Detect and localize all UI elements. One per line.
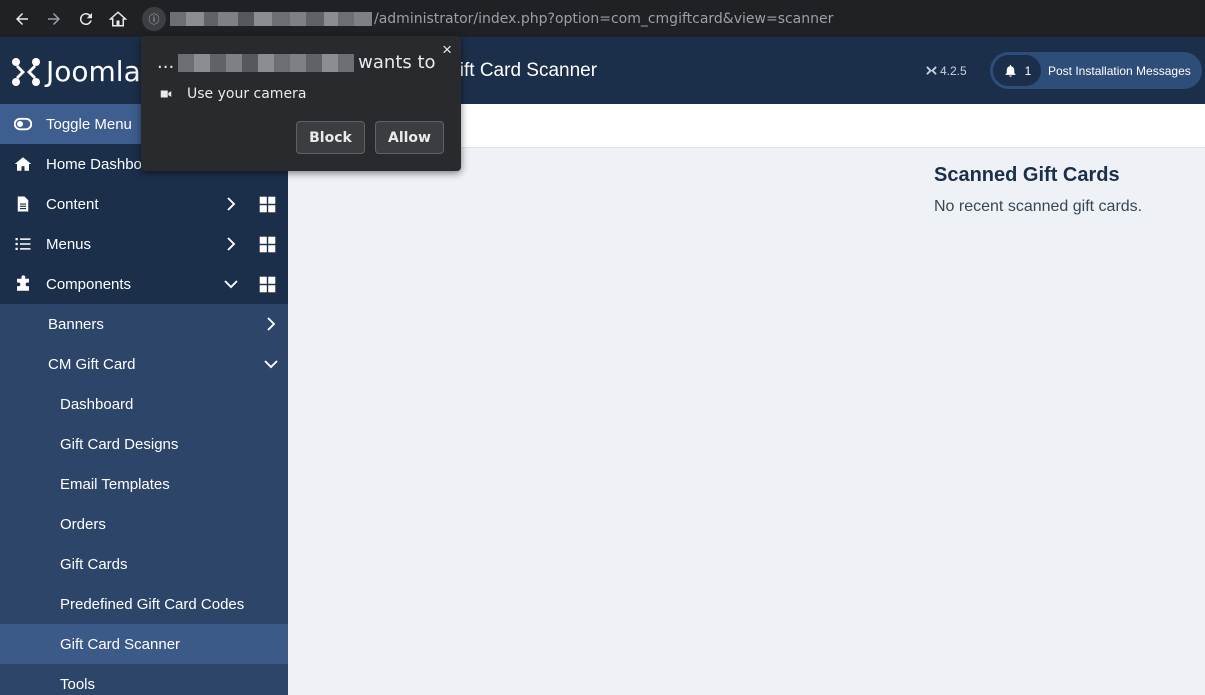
sidebar-item-label: Tools [60,675,96,693]
sidebar-item-label: Gift Card Designs [60,435,179,453]
post-installation-messages-button[interactable]: 1 Post Installation Messages [990,52,1202,89]
file-icon [12,193,34,215]
logo-text: Joomla [46,55,141,88]
puzzle-icon [12,273,34,295]
version-text: 4.2.5 [940,64,967,78]
chevron-right-icon[interactable] [222,195,240,213]
url-text: /administrator/index.php?option=com_cmgi… [374,10,834,27]
sidebar-item-label: Orders [60,515,106,533]
allow-button[interactable]: Allow [375,121,444,154]
sidebar-item-gift-card-scanner[interactable]: Gift Card Scanner [0,624,288,664]
page-title: Gift Card Scanner [445,60,598,81]
chevron-right-icon[interactable] [222,235,240,253]
sidebar-item-gift-card-designs[interactable]: Gift Card Designs [0,424,288,464]
block-button[interactable]: Block [296,121,365,154]
sidebar-item-label: Banners [48,315,104,333]
dashboard-grid-icon[interactable] [259,196,276,213]
home-icon [12,153,34,175]
permission-suffix: wants to [358,52,436,73]
sidebar-item-label: CM Gift Card [48,355,136,373]
reload-icon[interactable] [70,0,102,37]
sidebar-item-components[interactable]: Components [0,264,288,304]
list-icon [12,233,34,255]
sidebar-item-label: Predefined Gift Card Codes [60,595,245,613]
scanned-gift-cards-title: Scanned Gift Cards [934,164,1120,186]
sidebar-item-gift-cards[interactable]: Gift Cards [0,544,288,584]
sidebar-item-label: Dashboard [60,395,134,413]
permission-request: Use your camera [159,86,306,102]
sidebar-item-content[interactable]: Content [0,184,288,224]
back-icon[interactable] [6,0,38,37]
sidebar-item-label: Gift Cards [60,555,128,573]
sidebar-item-menus[interactable]: Menus [0,224,288,264]
info-icon[interactable]: ⓘ [142,6,166,31]
address-bar[interactable]: ⓘ /administrator/index.php?option=com_cm… [142,5,833,33]
toggle-menu-label: Toggle Menu [46,115,132,133]
notification-badge: 1 [993,55,1041,86]
redacted-domain [170,11,372,26]
sidebar-item-orders[interactable]: Orders [0,504,288,544]
redacted-site-name [178,53,355,72]
permission-title: ... wants to [157,52,436,73]
sidebar: Toggle Menu Home Dashboard Content Menus… [0,104,288,695]
sidebar-item-email-templates[interactable]: Email Templates [0,464,288,504]
camera-permission-popup: × ... wants to Use your camera Block All… [141,36,461,171]
toggle-icon [12,113,34,135]
sidebar-item-cm-gift-card[interactable]: CM Gift Card [0,344,288,384]
sidebar-item-label: Menus [46,235,92,253]
dashboard-grid-icon[interactable] [259,236,276,253]
sidebar-item-tools[interactable]: Tools [0,664,288,695]
chevron-right-icon[interactable] [262,315,280,333]
chevron-down-icon[interactable] [262,355,280,373]
permission-request-text: Use your camera [187,86,307,102]
sidebar-item-label: Content [46,195,99,213]
video-camera-icon [160,90,172,98]
sidebar-item-label: Email Templates [60,475,170,493]
chevron-down-icon[interactable] [222,275,240,293]
post-installation-label: Post Installation Messages [1048,63,1191,78]
joomla-logo[interactable]: Joomla [10,55,141,88]
dashboard-grid-icon[interactable] [259,276,276,293]
home-icon[interactable] [102,0,134,37]
forward-icon[interactable] [38,0,70,37]
scanned-gift-cards-empty-message: No recent scanned gift cards. [934,198,1143,215]
sidebar-item-banners[interactable]: Banners [0,304,288,344]
joomla-small-icon [926,65,937,75]
joomla-logo-icon [12,57,40,86]
browser-toolbar: ⓘ /administrator/index.php?option=com_cm… [0,0,1205,37]
permission-prefix: ... [157,52,175,73]
notification-count: 1 [1024,63,1032,78]
sidebar-item-label: Components [46,275,132,293]
sidebar-item-predefined-gift-card-codes[interactable]: Predefined Gift Card Codes [0,584,288,624]
bell-icon [1005,64,1016,77]
close-icon[interactable]: × [442,40,452,60]
sidebar-item-dashboard[interactable]: Dashboard [0,384,288,424]
main-content: Scanned Gift Cards No recent scanned gif… [288,148,1205,695]
version-info: 4.2.5 [926,64,967,78]
sidebar-item-label: Gift Card Scanner [60,635,181,653]
